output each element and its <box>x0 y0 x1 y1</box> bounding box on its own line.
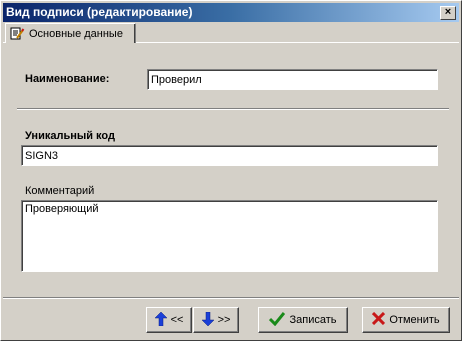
cancel-button[interactable]: Отменить <box>362 307 450 333</box>
close-icon: × <box>444 6 452 18</box>
name-field[interactable] <box>147 69 438 90</box>
comment-label: Комментарий <box>25 185 95 197</box>
comment-field[interactable]: Проверяющий <box>21 200 438 272</box>
tab-panel: Наименование: Уникальный код Комментарий… <box>3 42 459 297</box>
code-label: Уникальный код <box>25 130 115 142</box>
previous-record-label: << <box>170 314 184 326</box>
window-title: Вид подписи (редактирование) <box>6 5 193 19</box>
checkmark-icon <box>269 311 286 329</box>
tab-main-data[interactable]: Основные данные <box>5 23 136 43</box>
cross-icon <box>372 311 386 328</box>
save-button[interactable]: Записать <box>258 307 348 333</box>
section-divider <box>17 108 449 110</box>
tab-label: Основные данные <box>29 27 123 40</box>
dialog-window: Вид подписи (редактирование) × Основные … <box>0 0 462 341</box>
arrow-down-icon <box>200 311 215 329</box>
code-field[interactable] <box>21 145 438 166</box>
name-label: Наименование: <box>25 73 110 85</box>
next-record-button[interactable]: >> <box>193 307 239 333</box>
cancel-label: Отменить <box>389 314 440 326</box>
next-record-label: >> <box>217 314 231 326</box>
title-bar[interactable]: Вид подписи (редактирование) × <box>3 3 459 22</box>
edit-document-icon <box>10 27 25 40</box>
save-label: Записать <box>289 314 337 326</box>
arrow-up-icon <box>153 311 168 329</box>
close-button[interactable]: × <box>440 6 456 20</box>
footer-divider <box>3 297 459 299</box>
previous-record-button[interactable]: << <box>146 307 192 333</box>
